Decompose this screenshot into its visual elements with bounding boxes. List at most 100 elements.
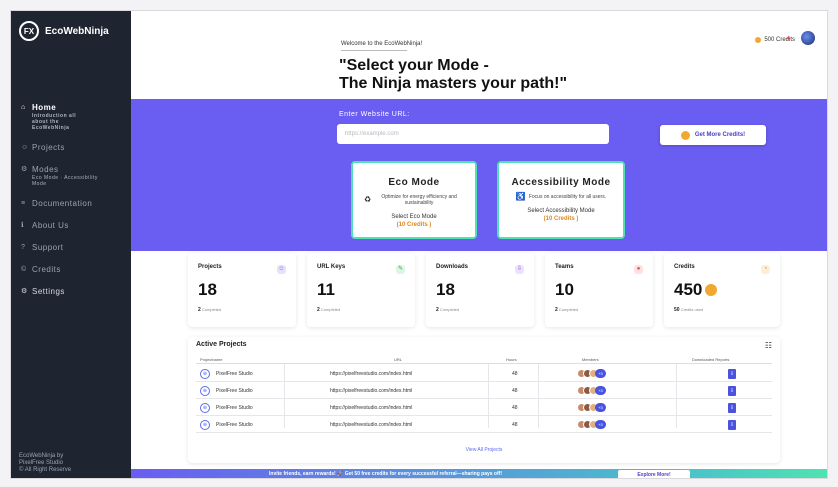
stat-value: 18 [436, 280, 455, 299]
sidebar-item-documentation[interactable]: ≡ Documentation [21, 199, 126, 209]
footer-line: EcoWebNinja by [19, 453, 64, 459]
get-more-credits-button[interactable]: Get More Credits! [660, 125, 766, 145]
project-name: PixelFree Studio [216, 371, 253, 377]
logo[interactable]: FX EcoWebNinja [19, 21, 109, 41]
table-row[interactable]: ⊕ PixelFree Studio https://pixelfreestud… [196, 383, 772, 399]
footer-line: © All Right Reserve [19, 467, 72, 473]
app-name: EcoWebNinja [45, 25, 109, 37]
explore-more-button[interactable]: Explore More! [618, 470, 690, 478]
project-hours: 48 [512, 388, 518, 394]
stat-label: Downloads [436, 264, 469, 270]
members-avatars[interactable]: +3 [577, 420, 606, 429]
accessibility-mode-title: Accessibility Mode [511, 177, 611, 188]
coin-icon [755, 37, 762, 43]
project-url[interactable]: https://pixelfreestudio.com/index.html [330, 422, 412, 428]
column-header: Downloaded Reports [692, 357, 730, 362]
stat-sub-label: Credits used [680, 307, 704, 312]
filter-icon[interactable]: ☷ [765, 341, 772, 350]
table-row[interactable]: ⊕ PixelFree Studio https://pixelfreestud… [196, 417, 772, 433]
info-icon: ℹ [21, 222, 25, 229]
more-members-badge: +3 [595, 369, 606, 378]
projects-icon: ☺ [21, 144, 29, 151]
more-members-badge: +3 [595, 420, 606, 429]
team-icon: ● [634, 265, 643, 274]
eco-mode-card[interactable]: Eco Mode ♻ Optimize for energy efficienc… [351, 161, 477, 239]
sidebar-item-label: Projects [32, 143, 65, 152]
table-row[interactable]: ⊕ PixelFree Studio https://pixelfreestud… [196, 400, 772, 416]
members-avatars[interactable]: +3 [577, 386, 606, 395]
sidebar-item-projects[interactable]: ☺ Projects [21, 143, 126, 153]
project-hours: 48 [512, 422, 518, 428]
select-label: Select Accessibility Mode [527, 208, 595, 214]
members-avatars[interactable]: +3 [577, 369, 606, 378]
sidebar-item-subtext: Eco Mode · Accessibility Mode [32, 175, 98, 187]
project-name: PixelFree Studio [216, 422, 253, 428]
project-icon: ⊕ [200, 386, 210, 396]
referral-text: Invite friends, earn rewards! 🚀 Get 50 f… [269, 471, 502, 477]
url-label: Enter Website URL: [339, 111, 410, 118]
avatar[interactable] [801, 31, 815, 45]
project-url[interactable]: https://pixelfreestudio.com/index.html [330, 405, 412, 411]
members-avatars[interactable]: +3 [577, 403, 606, 412]
accessibility-mode-card[interactable]: Accessibility Mode ♿ Focus on accessibil… [497, 161, 625, 239]
table-title: Active Projects [196, 341, 247, 348]
select-label: Select Eco Mode [391, 214, 437, 220]
stat-card-credits[interactable]: Credits ◔ 450 50 Credits used [664, 253, 780, 327]
stat-subtext: 2 Completed [555, 307, 578, 313]
eco-mode-title: Eco Mode [388, 177, 440, 188]
report-download-icon[interactable]: ⇩ [728, 420, 736, 430]
sidebar-item-support[interactable]: ? Support [21, 243, 126, 253]
project-url[interactable]: https://pixelfreestudio.com/index.html [330, 371, 412, 377]
stat-subtext: 2 Completed [317, 307, 340, 313]
sidebar-item-label: Settings [32, 287, 65, 296]
stat-value: 18 [198, 280, 217, 299]
select-eco-mode-link[interactable]: Select Eco Mode (10 Credits ) [353, 213, 475, 229]
view-all-projects-link[interactable]: View All Projects [188, 447, 780, 453]
project-icon: ⊕ [200, 369, 210, 379]
more-members-badge: +3 [595, 403, 606, 412]
stat-count: 2 [317, 307, 320, 313]
select-accessibility-mode-link[interactable]: Select Accessibility Mode (10 Credits ) [499, 207, 623, 223]
sidebar-item-home[interactable]: ⌂ Home Introduction all about the EcoWeb… [21, 103, 126, 131]
stat-card-projects[interactable]: Projects ☺ 18 2 Completed [188, 253, 296, 327]
sidebar-nav: ⌂ Home Introduction all about the EcoWeb… [21, 103, 126, 309]
stat-count: 2 [555, 307, 558, 313]
footer-line: PixelFree Studio [19, 460, 64, 466]
column-header: URL [394, 357, 403, 362]
divider [341, 50, 407, 51]
eco-mode-description: ♻ Optimize for energy efficiency and sus… [364, 194, 464, 206]
stat-subtext: 2 Completed [198, 307, 221, 313]
stat-count: 2 [198, 307, 201, 313]
url-input[interactable] [337, 124, 609, 144]
stat-card-url-keys[interactable]: URL Keys ✎ 11 2 Completed [307, 253, 415, 327]
mode-selection-panel: Enter Website URL: Get More Credits! Eco… [131, 99, 827, 251]
column-header: Hours [506, 357, 517, 362]
stat-card-teams[interactable]: Teams ● 10 2 Completed [545, 253, 653, 327]
coin-icon [680, 130, 690, 140]
stat-value: 11 [317, 280, 335, 299]
sidebar-item-credits[interactable]: © Credits [21, 265, 126, 275]
ninja-icon[interactable]: ✦ [785, 35, 793, 43]
button-label: Get More Credits! [694, 132, 746, 138]
stat-count: 50 [674, 307, 680, 313]
stat-label: Credits [674, 264, 695, 270]
project-hours: 48 [512, 371, 518, 377]
clock-icon: ◔ [761, 265, 770, 274]
project-url[interactable]: https://pixelfreestudio.com/index.html [330, 388, 412, 394]
report-download-icon[interactable]: ⇩ [728, 403, 736, 413]
table-row[interactable]: ⊕ PixelFree Studio https://pixelfreestud… [196, 366, 772, 382]
stat-sub-label: Completed [558, 307, 579, 312]
sidebar-item-label: Support [32, 243, 64, 252]
report-download-icon[interactable]: ⇩ [728, 386, 736, 396]
sidebar-item-settings[interactable]: ⚙ Settings [21, 287, 126, 297]
report-download-icon[interactable]: ⇩ [728, 369, 736, 379]
project-name: PixelFree Studio [216, 405, 253, 411]
welcome-text: Welcome to the EcoWebNinja! [341, 41, 423, 47]
sidebar-item-about-us[interactable]: ℹ About Us [21, 221, 126, 231]
description-text: Focus on accessibility for all users. [528, 194, 607, 200]
project-name: PixelFree Studio [216, 388, 253, 394]
sidebar: FX EcoWebNinja ⌂ Home Introduction all a… [11, 11, 131, 478]
stat-card-downloads[interactable]: Downloads ⇩ 18 2 Completed [426, 253, 534, 327]
sidebar-item-modes[interactable]: ⚙ Modes Eco Mode · Accessibility Mode [21, 165, 126, 187]
pencil-icon: ✎ [396, 265, 405, 274]
